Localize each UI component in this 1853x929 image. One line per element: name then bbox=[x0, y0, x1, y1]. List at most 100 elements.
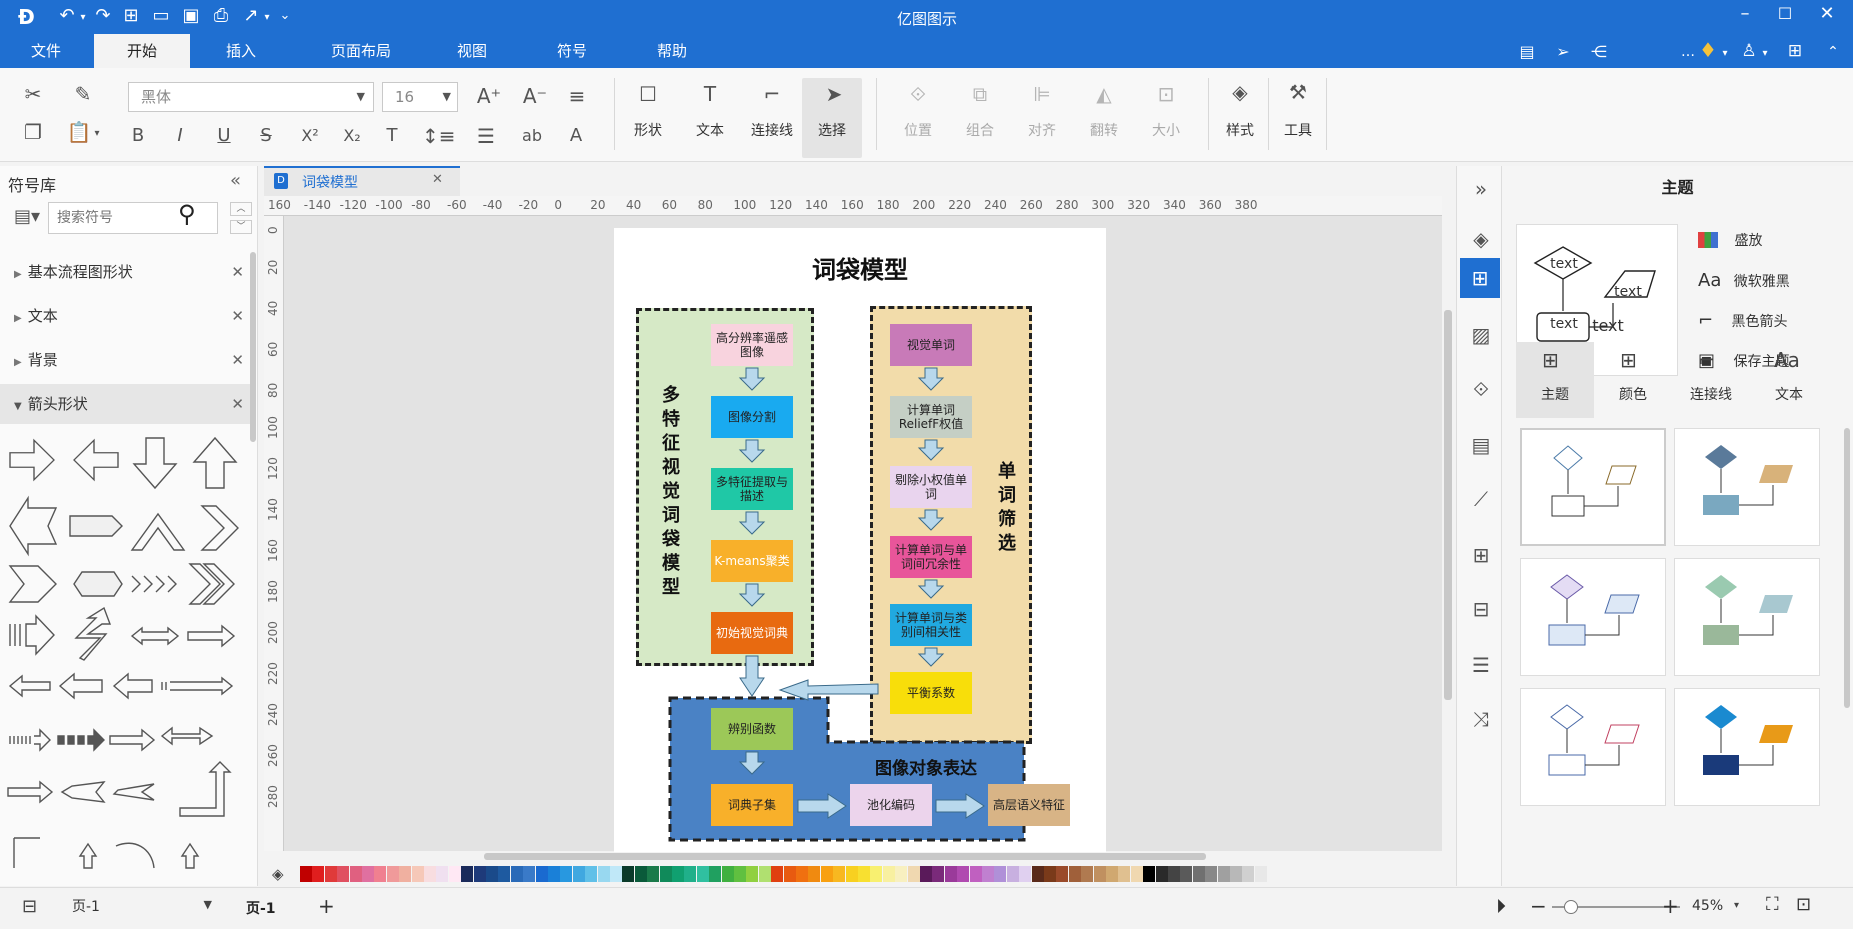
shape-icon[interactable]: ☐ bbox=[634, 82, 662, 106]
color-swatch[interactable] bbox=[337, 866, 350, 882]
color-swatch[interactable] bbox=[486, 866, 498, 882]
menu-home[interactable]: 开始 bbox=[94, 34, 190, 68]
page-icon[interactable]: ▤ bbox=[1468, 432, 1494, 458]
color-swatch[interactable] bbox=[436, 866, 449, 882]
open-folder-icon[interactable]: ▭ bbox=[150, 6, 172, 26]
color-swatch[interactable] bbox=[684, 866, 697, 882]
group-icon[interactable]: ⧉ bbox=[966, 82, 994, 106]
theme-card-4[interactable] bbox=[1674, 558, 1820, 676]
copy-icon[interactable]: ❐ bbox=[20, 120, 46, 144]
decrease-font-icon[interactable]: A⁻ bbox=[522, 84, 548, 108]
color-swatch[interactable] bbox=[771, 866, 784, 882]
close-icon[interactable]: ✕ bbox=[231, 340, 244, 380]
color-swatch[interactable] bbox=[386, 866, 399, 882]
theme-option-font[interactable]: Aa 微软雅黑 bbox=[1698, 270, 1848, 294]
align-shapes-icon[interactable]: ⊫ bbox=[1028, 82, 1056, 106]
page-select[interactable]: 页-1 ▼ bbox=[72, 896, 212, 920]
print-icon[interactable]: ⎙ bbox=[210, 6, 232, 26]
add-page-icon[interactable]: + bbox=[318, 894, 335, 918]
color-swatch[interactable] bbox=[1118, 866, 1131, 882]
fill-bucket-icon[interactable]: ◈ bbox=[272, 865, 284, 883]
color-swatch[interactable] bbox=[783, 866, 796, 882]
share-icon[interactable]: ⋲ bbox=[1588, 42, 1610, 62]
superscript-icon[interactable]: X² bbox=[296, 124, 324, 148]
color-swatch[interactable] bbox=[1019, 866, 1032, 882]
color-swatch[interactable] bbox=[1192, 866, 1205, 882]
bold-icon[interactable]: B bbox=[126, 124, 150, 148]
color-swatch[interactable] bbox=[969, 866, 982, 882]
tab-text-label[interactable]: 文本 bbox=[1750, 384, 1828, 404]
font-color-icon[interactable]: A bbox=[564, 124, 588, 148]
font-size-select[interactable]: 16 ▼ bbox=[382, 82, 458, 112]
text-tool-icon[interactable]: T bbox=[696, 82, 724, 106]
color-swatch[interactable] bbox=[312, 866, 325, 882]
theme-option-arrow[interactable]: ⌐ 黑色箭头 bbox=[1698, 310, 1848, 334]
color-swatch[interactable] bbox=[535, 866, 548, 882]
vip-dropdown-icon[interactable]: ▾ bbox=[1720, 44, 1730, 64]
theme-card-5[interactable] bbox=[1520, 688, 1666, 806]
color-swatch[interactable] bbox=[548, 866, 560, 882]
text-case-icon[interactable]: ab bbox=[518, 124, 546, 148]
scroll-up-icon[interactable]: ︿ bbox=[230, 202, 252, 216]
close-button[interactable]: ✕ bbox=[1816, 4, 1838, 24]
collapse-ribbon-icon[interactable]: ⌃ bbox=[1822, 42, 1844, 62]
apps-icon[interactable]: ⊞ bbox=[1784, 41, 1806, 61]
color-swatch[interactable] bbox=[1180, 866, 1193, 882]
color-swatch[interactable] bbox=[349, 866, 362, 882]
color-swatch[interactable] bbox=[461, 866, 474, 882]
undo-dropdown-icon[interactable]: ▾ bbox=[78, 8, 88, 28]
category-arrows[interactable]: ▼ 箭头形状 ✕ bbox=[0, 384, 250, 424]
close-icon[interactable]: ✕ bbox=[231, 252, 244, 292]
zoom-in-icon[interactable]: + bbox=[1662, 894, 1679, 918]
color-swatch[interactable] bbox=[362, 866, 374, 882]
color-swatch[interactable] bbox=[1155, 866, 1168, 882]
strikethrough-icon[interactable]: S bbox=[254, 124, 278, 148]
color-swatch[interactable] bbox=[300, 866, 312, 882]
shuffle-icon[interactable]: ⤨ bbox=[1468, 706, 1494, 732]
menu-file[interactable]: 文件 bbox=[14, 34, 78, 68]
table-icon[interactable]: ⊞ bbox=[1468, 542, 1494, 568]
color-swatch[interactable] bbox=[597, 866, 610, 882]
align-icon[interactable]: ≡ bbox=[564, 84, 590, 108]
increase-font-icon[interactable]: A⁺ bbox=[476, 84, 502, 108]
color-swatch[interactable] bbox=[498, 866, 511, 882]
color-swatch[interactable] bbox=[634, 866, 647, 882]
theme-card-6[interactable] bbox=[1674, 688, 1820, 806]
category-background[interactable]: ▶ 背景 ✕ bbox=[0, 340, 250, 380]
menu-help[interactable]: 帮助 bbox=[640, 34, 704, 68]
theme-panel-scrollbar[interactable] bbox=[1844, 428, 1850, 708]
menu-insert[interactable]: 插入 bbox=[206, 34, 276, 68]
color-swatch[interactable] bbox=[845, 866, 858, 882]
send-icon[interactable]: ➢ bbox=[1552, 42, 1574, 62]
new-icon[interactable]: ⊞ bbox=[120, 6, 142, 26]
connector-tool-label[interactable]: 连接线 bbox=[742, 120, 802, 140]
color-swatch[interactable] bbox=[944, 866, 957, 882]
close-icon[interactable]: ✕ bbox=[231, 384, 244, 424]
cut-icon[interactable]: ✂ bbox=[20, 82, 46, 106]
menu-page-layout[interactable]: 页面布局 bbox=[306, 34, 416, 68]
zoom-slider[interactable] bbox=[1552, 900, 1680, 914]
category-basic-flowchart[interactable]: ▶ 基本流程图形状 ✕ bbox=[0, 252, 250, 292]
paste-dropdown-icon[interactable]: ▾ bbox=[92, 122, 102, 146]
color-swatch[interactable] bbox=[1205, 866, 1218, 882]
select-tool-label[interactable]: 选择 bbox=[808, 120, 856, 140]
skin-dropdown-icon[interactable]: ▾ bbox=[1760, 44, 1770, 64]
font-family-select[interactable]: 黑体 ▼ bbox=[128, 82, 374, 112]
color-swatch[interactable] bbox=[1081, 866, 1094, 882]
close-icon[interactable]: ✕ bbox=[231, 296, 244, 336]
presentation-icon[interactable]: ☰ bbox=[1468, 652, 1494, 678]
color-swatch[interactable] bbox=[870, 866, 883, 882]
italic-icon[interactable]: I bbox=[168, 124, 192, 148]
canvas-horizontal-scrollbar[interactable] bbox=[484, 853, 1206, 860]
cursor-icon[interactable]: ➤ bbox=[820, 82, 848, 106]
canvas-vertical-scrollbar[interactable] bbox=[1444, 310, 1452, 700]
zoom-dropdown-icon[interactable]: ▾ bbox=[1734, 900, 1739, 911]
color-swatch[interactable] bbox=[982, 866, 994, 882]
position-icon[interactable]: ⟐ bbox=[904, 82, 932, 106]
align-label[interactable]: 对齐 bbox=[1018, 120, 1066, 140]
bullets-icon[interactable]: ☰ bbox=[472, 124, 500, 148]
color-swatch[interactable] bbox=[585, 866, 598, 882]
color-swatch[interactable] bbox=[610, 866, 622, 882]
theme-card-3[interactable] bbox=[1520, 558, 1666, 676]
library-manager-icon[interactable]: ▤▾ bbox=[14, 206, 40, 227]
